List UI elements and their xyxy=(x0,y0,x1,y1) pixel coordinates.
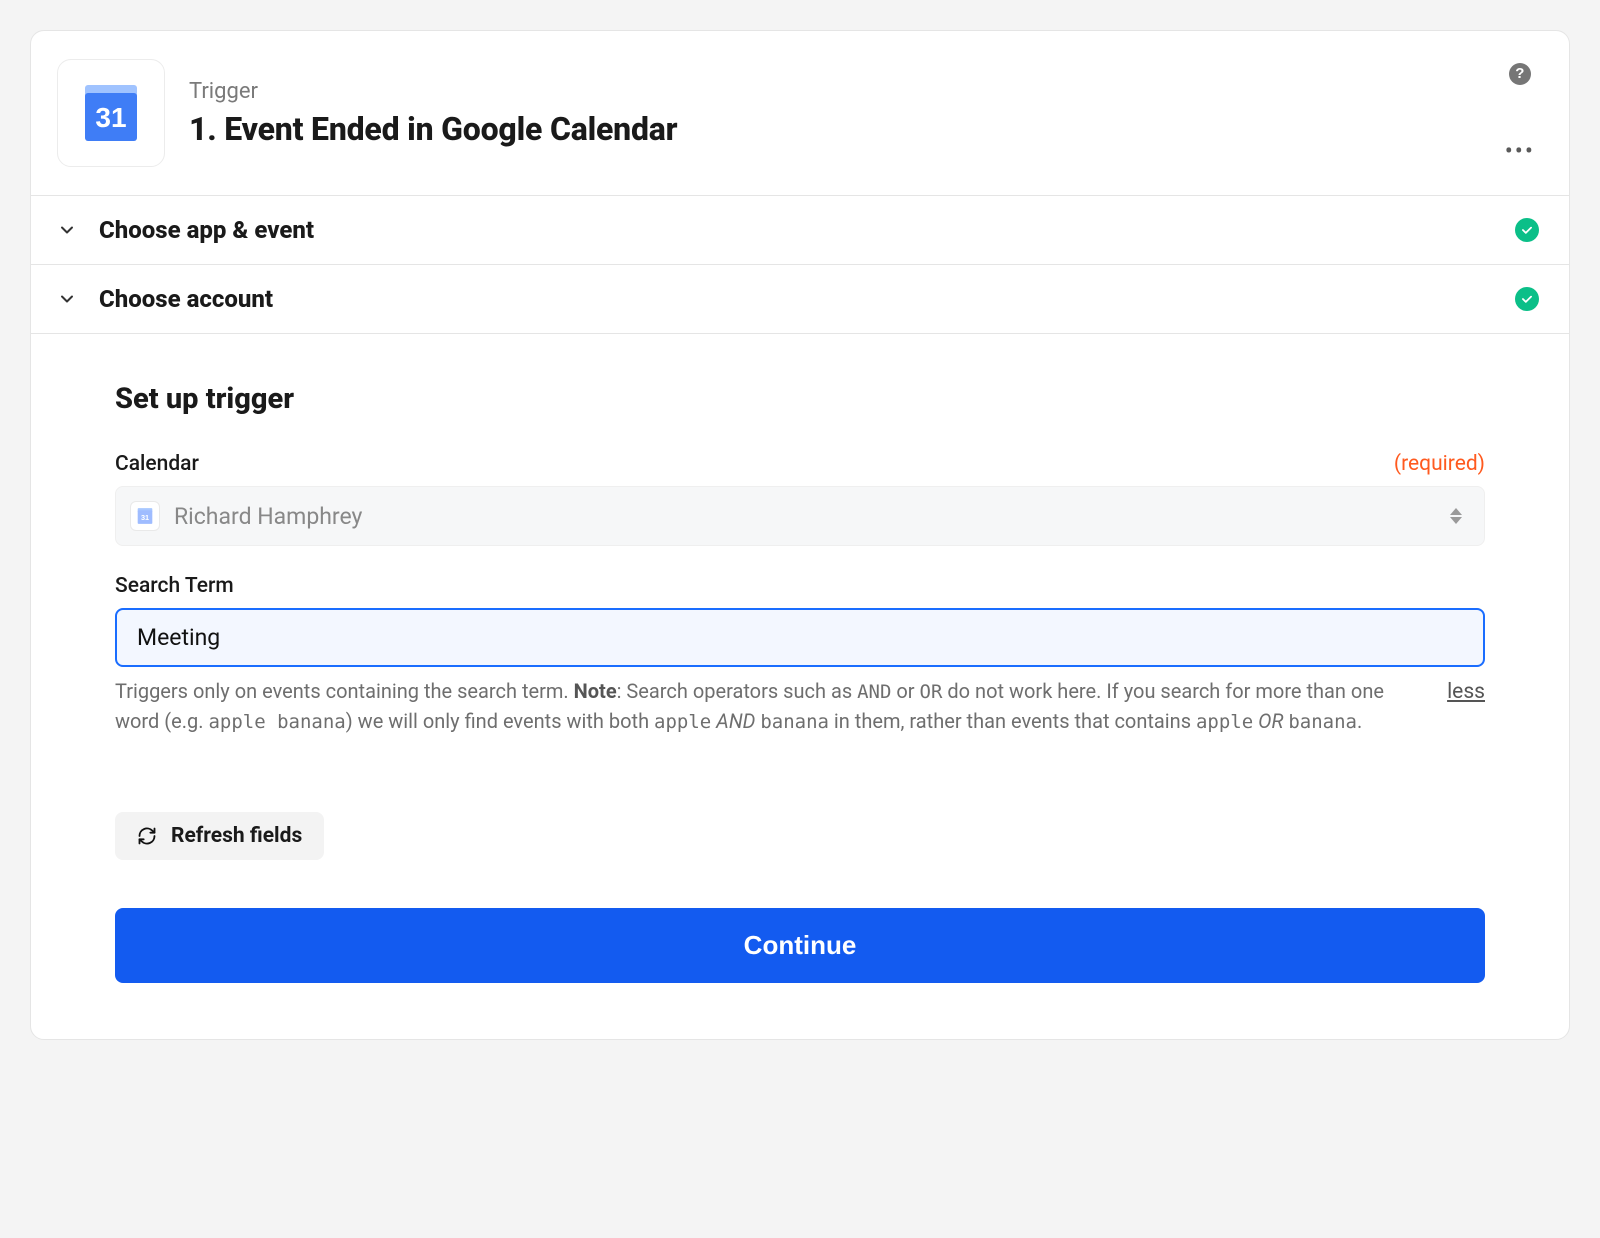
field-calendar: Calendar (required) 31 Richard Hamphrey xyxy=(115,452,1485,546)
search-term-input[interactable] xyxy=(137,624,1463,651)
more-menu-icon[interactable]: ••• xyxy=(1505,139,1535,163)
calendar-icon-date: 31 xyxy=(95,102,126,133)
continue-button[interactable]: Continue xyxy=(115,908,1485,983)
card-header: 31 Trigger 1. Event Ended in Google Cale… xyxy=(31,31,1569,195)
check-complete-icon xyxy=(1515,218,1539,242)
step-type-label: Trigger xyxy=(189,79,1481,104)
setup-heading: Set up trigger xyxy=(115,382,1485,416)
header-actions: ? ••• xyxy=(1505,59,1535,167)
field-search-term: Search Term Triggers only on events cont… xyxy=(115,574,1485,736)
help-toggle-less[interactable]: less xyxy=(1447,677,1485,736)
section-label: Choose account xyxy=(99,285,1495,313)
header-titles: Trigger 1. Event Ended in Google Calenda… xyxy=(189,79,1481,148)
section-setup-trigger: Set up trigger Calendar (required) 31 Ri… xyxy=(31,333,1569,1039)
help-icon[interactable]: ? xyxy=(1509,63,1531,85)
select-caret-icon xyxy=(1448,508,1464,524)
section-label: Choose app & event xyxy=(99,216,1495,244)
calendar-selected-value: Richard Hamphrey xyxy=(174,503,1434,530)
calendar-select[interactable]: 31 Richard Hamphrey xyxy=(115,486,1485,546)
refresh-icon xyxy=(137,826,157,846)
google-calendar-icon: 31 xyxy=(130,501,160,531)
google-calendar-icon: 31 xyxy=(79,81,143,145)
chevron-down-icon xyxy=(55,287,79,311)
refresh-fields-label: Refresh fields xyxy=(171,824,302,848)
section-choose-app-event[interactable]: Choose app & event xyxy=(31,195,1569,264)
trigger-card: 31 Trigger 1. Event Ended in Google Cale… xyxy=(30,30,1570,1040)
refresh-fields-button[interactable]: Refresh fields xyxy=(115,812,324,860)
search-term-input-wrap xyxy=(115,608,1485,667)
field-label: Search Term xyxy=(115,574,234,598)
search-term-help: Triggers only on events containing the s… xyxy=(115,677,1485,736)
required-tag: (required) xyxy=(1394,452,1485,476)
step-title: 1. Event Ended in Google Calendar xyxy=(189,110,1481,148)
check-complete-icon xyxy=(1515,287,1539,311)
app-icon: 31 xyxy=(57,59,165,167)
chevron-down-icon xyxy=(55,218,79,242)
field-label: Calendar xyxy=(115,452,199,476)
svg-text:31: 31 xyxy=(141,513,149,522)
section-choose-account[interactable]: Choose account xyxy=(31,264,1569,333)
